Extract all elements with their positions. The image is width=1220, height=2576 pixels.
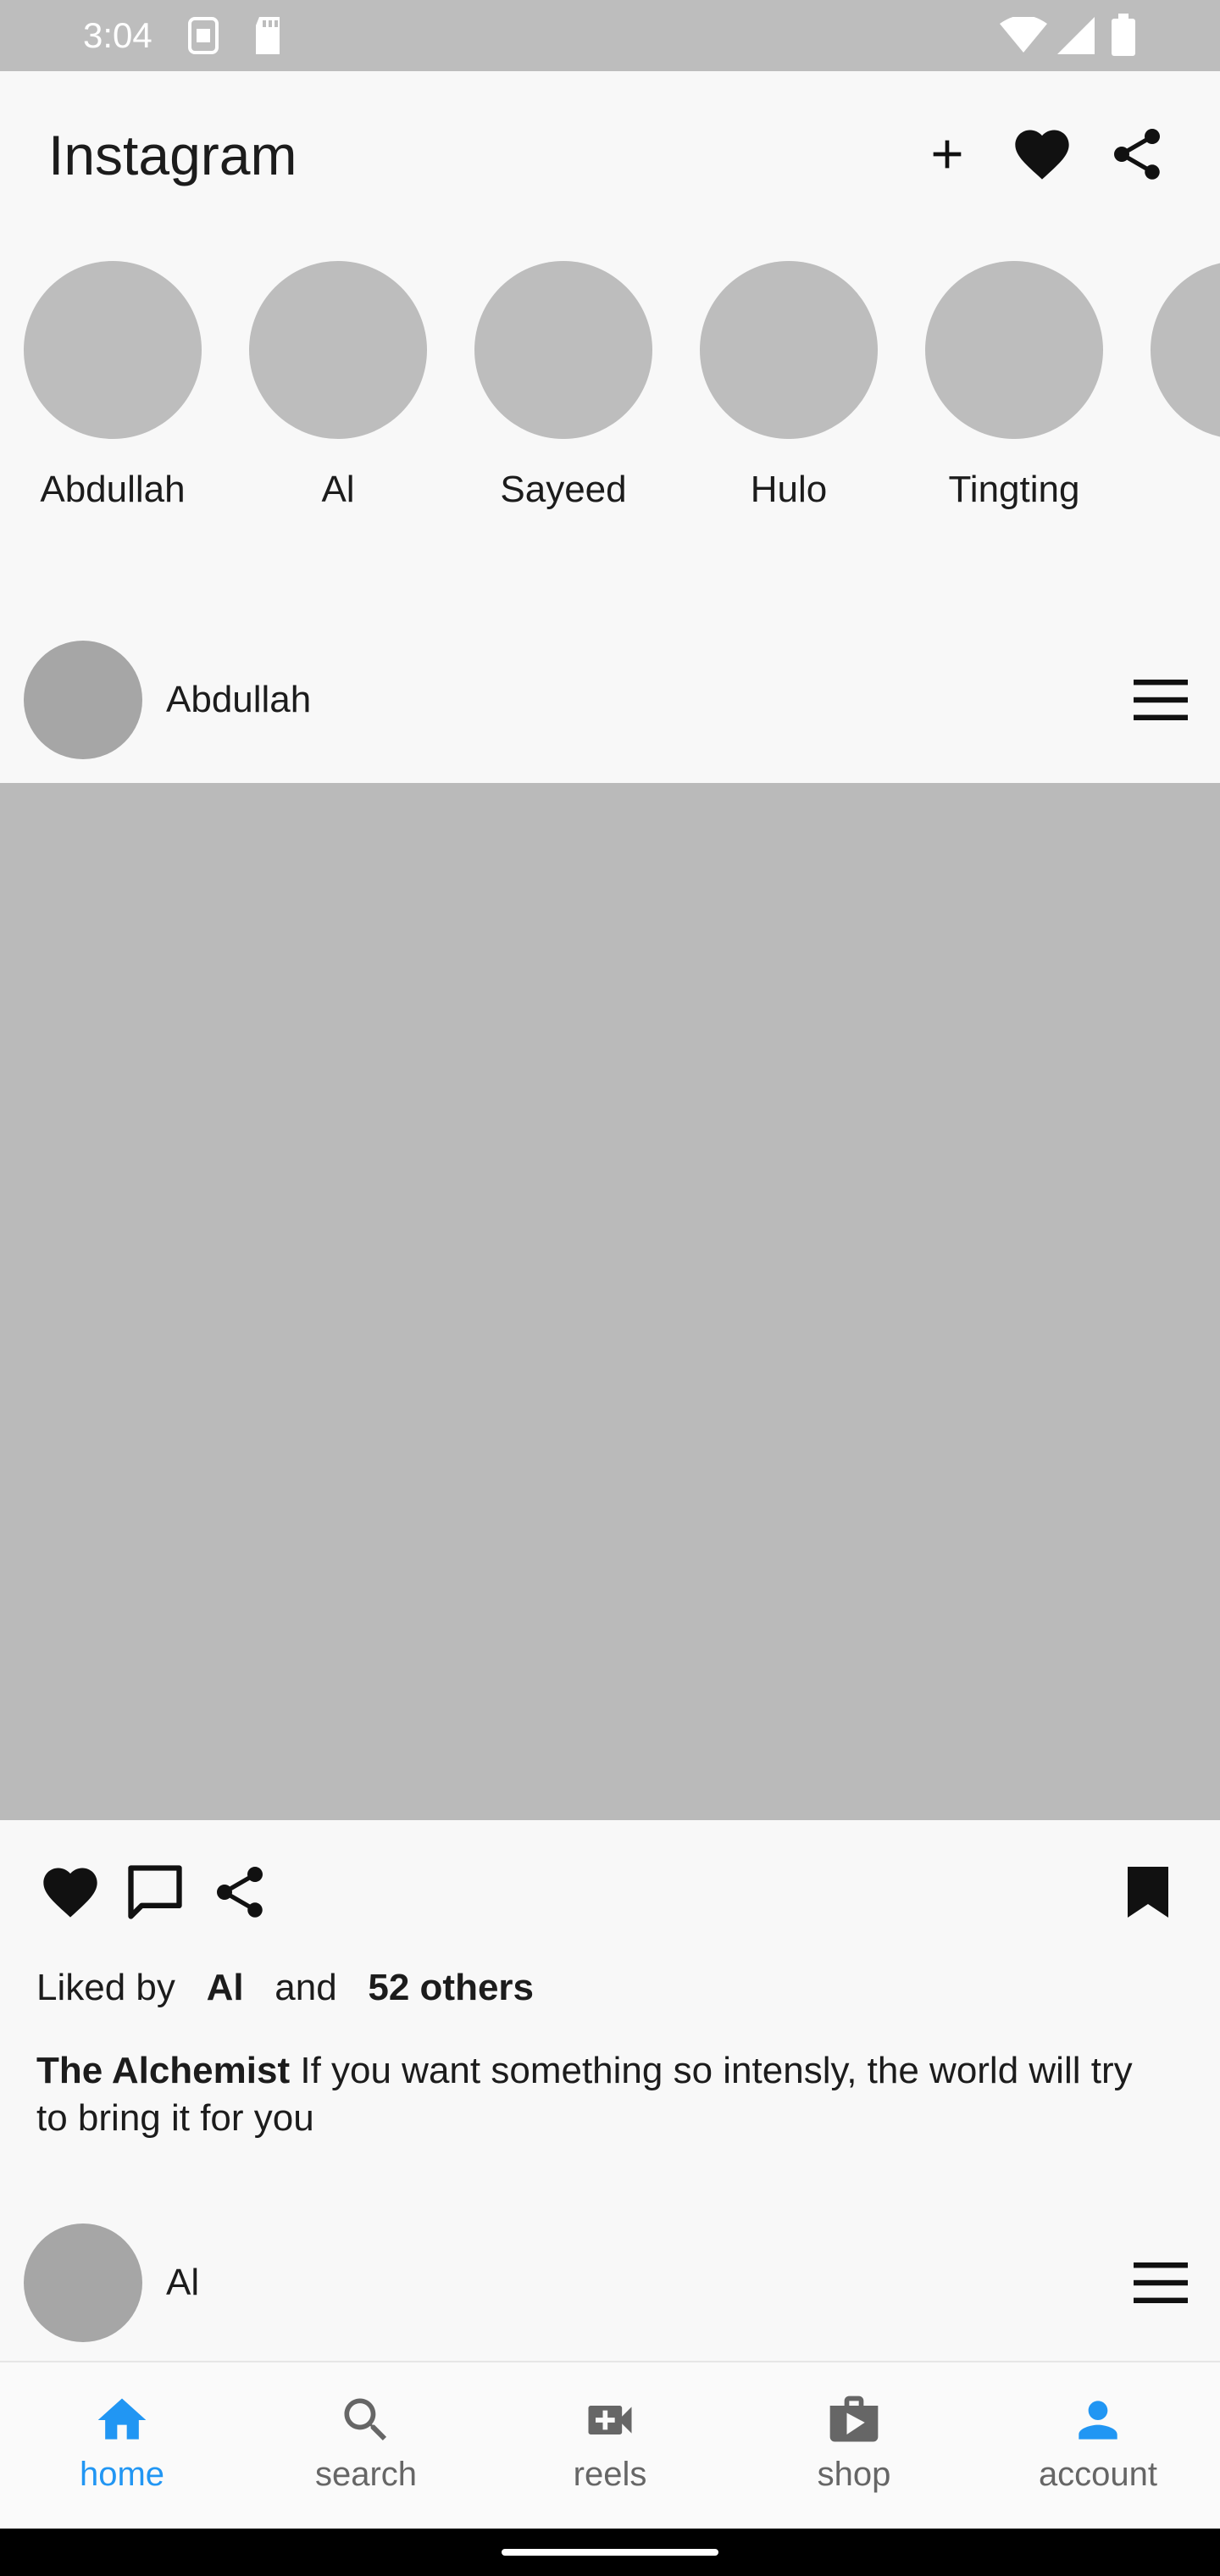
nav-label: home — [79, 2456, 165, 2493]
nav-account[interactable]: account — [976, 2361, 1220, 2529]
battery-icon — [1112, 14, 1135, 60]
story-item[interactable]: Sayeed — [474, 261, 652, 512]
nav-label: search — [314, 2456, 418, 2493]
wifi-icon — [1000, 15, 1047, 58]
home-icon — [93, 2390, 151, 2451]
like-button[interactable] — [34, 1856, 107, 1929]
story-item[interactable]: Abdullah — [24, 261, 202, 512]
post-username[interactable]: Abdullah — [166, 678, 311, 722]
story-name: Abdullah — [40, 469, 186, 510]
status-time: 3:04 — [83, 15, 152, 55]
sim-icon — [185, 15, 222, 60]
nav-home[interactable]: home — [0, 2361, 244, 2529]
search-icon — [337, 2390, 395, 2451]
post-avatar[interactable] — [24, 2223, 142, 2342]
nav-shop[interactable]: shop — [732, 2361, 976, 2529]
story-item[interactable]: Tingting — [925, 261, 1103, 512]
add-button[interactable] — [905, 114, 990, 195]
story-avatar — [249, 261, 427, 439]
story-item[interactable]: Hulo — [700, 261, 878, 512]
share-icon — [217, 1867, 263, 1918]
story-name: V — [1151, 468, 1220, 512]
shop-icon — [825, 2390, 883, 2451]
menu-icon — [1134, 680, 1188, 720]
post-avatar[interactable] — [24, 641, 142, 759]
nav-search[interactable]: search — [244, 2361, 488, 2529]
likes-conjunction: and — [274, 1967, 337, 2008]
story-name: Sayeed — [500, 469, 627, 510]
nav-label: shop — [817, 2456, 891, 2493]
share-post-button[interactable] — [203, 1856, 276, 1929]
story-item[interactable]: V — [1151, 261, 1220, 532]
post-caption: The Alchemist If you want something so i… — [36, 2047, 1155, 2142]
heart-icon — [43, 1868, 97, 1918]
add-icon — [933, 140, 962, 169]
sd-card-icon — [251, 15, 285, 60]
story-avatar — [925, 261, 1103, 439]
favorites-button[interactable] — [1000, 114, 1084, 195]
story-avatar — [700, 261, 878, 439]
share-app-button[interactable] — [1095, 114, 1179, 195]
story-name: Tingting — [948, 469, 1080, 510]
nav-reels[interactable]: reels — [488, 2361, 732, 2529]
liker-name[interactable]: Al — [207, 1967, 244, 2008]
comment-button[interactable] — [117, 1856, 193, 1929]
likes-summary: Liked by Al and 52 others — [36, 1966, 534, 2010]
nav-label: account — [1038, 2456, 1158, 2493]
gesture-handle[interactable] — [502, 2549, 718, 2556]
story-avatar — [474, 261, 652, 439]
bookmark-button[interactable] — [1112, 1856, 1184, 1929]
heart-icon — [1015, 130, 1069, 180]
share-icon — [1114, 129, 1160, 180]
likes-others[interactable]: 52 others — [368, 1967, 534, 2008]
person-icon — [1069, 2390, 1127, 2451]
story-name: Hulo — [750, 469, 828, 510]
post-menu-button[interactable] — [1118, 666, 1203, 734]
story-avatar — [1151, 261, 1220, 439]
likes-prefix: Liked by — [36, 1967, 175, 2008]
bookmark-icon — [1128, 1867, 1168, 1918]
story-avatar — [24, 261, 202, 439]
app-title: Instagram — [48, 124, 297, 186]
video-add-icon — [581, 2390, 639, 2451]
post-menu-button[interactable] — [1118, 2249, 1203, 2317]
comment-icon — [128, 1865, 182, 1919]
post-image[interactable] — [0, 783, 1220, 1820]
post-username[interactable]: Al — [166, 2261, 199, 2305]
signal-icon — [1057, 17, 1095, 58]
menu-icon — [1134, 2262, 1188, 2303]
story-name: Al — [321, 469, 355, 510]
nav-label: reels — [573, 2456, 647, 2493]
story-item[interactable]: Al — [249, 261, 427, 512]
caption-title: The Alchemist — [36, 2050, 291, 2091]
